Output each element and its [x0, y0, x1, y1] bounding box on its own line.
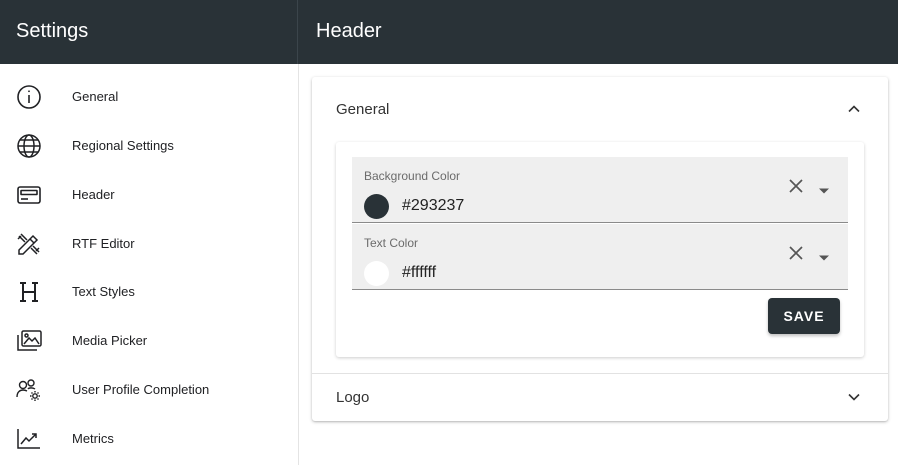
caret-down-icon[interactable] — [818, 249, 830, 261]
sidebar-item-label: User Profile Completion — [72, 382, 210, 397]
sidebar-item-regional-settings[interactable]: Regional Settings — [0, 122, 298, 171]
color-swatch[interactable] — [364, 261, 389, 286]
sidebar-nav: General Regional Settings Header RTF Edi… — [0, 64, 299, 465]
section-title: Logo — [336, 389, 370, 406]
main-content: General Background Color #293237 Text Co… — [299, 64, 898, 465]
color-swatch[interactable] — [364, 194, 389, 219]
field-label: Background Color — [364, 169, 461, 183]
image-gallery-icon — [15, 327, 43, 355]
close-icon[interactable] — [788, 178, 804, 194]
sidebar-item-label: Metrics — [72, 431, 114, 446]
sidebar-item-label: Text Styles — [72, 284, 135, 299]
sidebar-header: Settings — [0, 0, 298, 64]
general-panel: Background Color #293237 Text Color #fff… — [336, 142, 864, 357]
text-color-field[interactable]: Text Color #ffffff — [352, 224, 848, 290]
field-value[interactable]: #ffffff — [402, 264, 436, 282]
globe-icon — [15, 132, 43, 160]
sidebar-item-text-styles[interactable]: Text Styles — [0, 268, 298, 317]
field-value[interactable]: #293237 — [402, 197, 464, 215]
section-title: General — [336, 101, 390, 118]
sidebar-item-general[interactable]: General — [0, 73, 298, 122]
section-logo-header[interactable]: Logo — [312, 373, 888, 421]
sidebar-item-label: Regional Settings — [72, 138, 174, 153]
chevron-down-icon[interactable] — [846, 389, 862, 405]
caret-down-icon[interactable] — [818, 182, 830, 194]
sidebar-item-metrics[interactable]: Metrics — [0, 415, 298, 464]
top-app-bar: Settings Header — [0, 0, 898, 64]
field-label: Text Color — [364, 236, 419, 250]
settings-accordion: General Background Color #293237 Text Co… — [312, 77, 888, 421]
trending-chart-icon — [15, 425, 43, 453]
page-title: Header — [316, 20, 382, 42]
sidebar-item-label: General — [72, 89, 119, 104]
sidebar-item-label: Header — [72, 187, 115, 202]
chevron-up-icon[interactable] — [846, 101, 862, 117]
save-button[interactable]: SAVE — [768, 298, 840, 334]
app-title: Settings — [16, 20, 89, 42]
sidebar-item-header[interactable]: Header — [0, 171, 298, 220]
sidebar-item-label: RTF Editor — [72, 236, 135, 251]
sidebar-item-media-picker[interactable]: Media Picker — [0, 317, 298, 366]
sidebar-item-rtf-editor[interactable]: RTF Editor — [0, 220, 298, 269]
info-icon — [15, 83, 43, 111]
sidebar-item-label: Media Picker — [72, 333, 148, 348]
heading-icon — [15, 278, 43, 306]
close-icon[interactable] — [788, 245, 804, 261]
background-color-field[interactable]: Background Color #293237 — [352, 157, 848, 223]
sidebar-item-user-profile-completion[interactable]: User Profile Completion — [0, 366, 298, 415]
users-gear-icon — [15, 376, 43, 404]
section-general-header[interactable]: General — [312, 77, 888, 141]
header-layout-icon — [15, 181, 43, 209]
pencil-ruler-icon — [15, 230, 43, 258]
